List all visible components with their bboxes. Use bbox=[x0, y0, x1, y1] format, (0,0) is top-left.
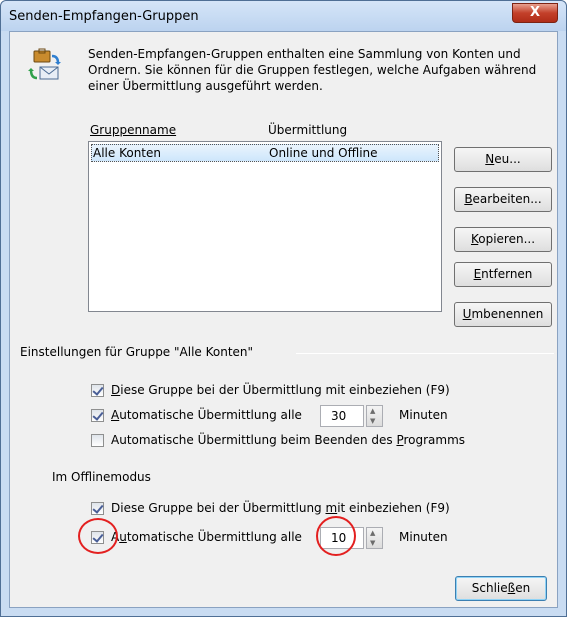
window-title: Senden-Empfangen-Gruppen bbox=[9, 9, 199, 24]
spinner-up-icon[interactable]: ▲ bbox=[370, 529, 375, 537]
offline-minutes-spinner[interactable]: ▲ ▼ bbox=[366, 527, 383, 549]
offline-minutes-unit: Minuten bbox=[399, 530, 448, 544]
offline-include-accesskey: m bbox=[325, 501, 338, 515]
offline-include-text-post: it einbeziehen (F9) bbox=[337, 501, 450, 515]
settings-group-label: Einstellungen für Gruppe "Alle Konten" bbox=[20, 345, 254, 359]
close-button-text-post: en bbox=[515, 581, 531, 595]
description-text: Senden-Empfangen-Gruppen enthalten eine … bbox=[88, 47, 537, 93]
online-auto-text: utomatische Übermittlung alle bbox=[119, 408, 302, 422]
list-row-transfer: Online und Offline bbox=[269, 146, 378, 160]
new-button-accesskey: N bbox=[485, 152, 495, 166]
title-bar[interactable]: Senden-Empfangen-Gruppen X bbox=[1, 1, 566, 31]
edit-button-accesskey: B bbox=[464, 192, 473, 206]
online-minutes-input[interactable]: 30 bbox=[320, 405, 364, 427]
groups-listbox[interactable]: Alle Konten Online und Offline bbox=[88, 141, 442, 312]
remove-button-label: ntfernen bbox=[481, 267, 533, 281]
online-include-text: iese Gruppe bei der Übermittlung mit ein… bbox=[120, 383, 450, 397]
on-exit-checkbox[interactable] bbox=[91, 434, 104, 447]
remove-button[interactable]: Entfernen bbox=[454, 262, 552, 287]
edit-button[interactable]: Bearbeiten... bbox=[454, 187, 552, 212]
online-auto-checkbox[interactable] bbox=[91, 409, 104, 422]
online-auto-accesskey: A bbox=[111, 408, 120, 422]
rename-button-label: mbenennen bbox=[471, 307, 544, 321]
dialog-window: Senden-Empfangen-Gruppen X Senden-Empfan… bbox=[0, 0, 567, 617]
close-button-text-pre: Schlie bbox=[471, 581, 508, 595]
online-minutes-spinner[interactable]: ▲ ▼ bbox=[366, 405, 383, 427]
online-include-accesskey: D bbox=[111, 383, 121, 397]
edit-button-label: earbeiten... bbox=[472, 192, 542, 206]
close-window-button[interactable]: X bbox=[512, 3, 558, 23]
online-include-checkbox[interactable] bbox=[91, 384, 104, 397]
copy-button-label: opieren... bbox=[478, 232, 536, 246]
send-receive-groups-icon bbox=[28, 48, 62, 82]
online-include-label: Diese Gruppe bei der Übermittlung mit ei… bbox=[111, 383, 450, 397]
online-minutes-unit: Minuten bbox=[399, 408, 448, 422]
offline-auto-checkbox[interactable] bbox=[91, 531, 104, 544]
offline-include-label: Diese Gruppe bei der Übermittlung mit ei… bbox=[111, 501, 450, 515]
column-header-group-name-label: Gruppenname bbox=[90, 123, 177, 137]
offline-mode-label: Im Offlinemodus bbox=[52, 470, 151, 484]
list-row-name: Alle Konten bbox=[93, 146, 161, 160]
list-row-all-accounts[interactable]: Alle Konten Online und Offline bbox=[91, 144, 439, 162]
on-exit-text-post: rogramms bbox=[403, 433, 466, 447]
column-header-group-name[interactable]: Gruppenname bbox=[90, 123, 176, 137]
offline-auto-label: Automatische Übermittlung alle bbox=[111, 530, 302, 544]
spinner-down-icon[interactable]: ▼ bbox=[370, 539, 375, 547]
spinner-down-icon[interactable]: ▼ bbox=[370, 417, 375, 425]
offline-auto-text-post: tomatische Übermittlung alle bbox=[126, 530, 302, 544]
settings-group-divider bbox=[296, 353, 554, 354]
on-exit-label: Automatische Übermittlung beim Beenden d… bbox=[111, 433, 465, 447]
on-exit-text-pre: Automatische Übermittlung beim Beenden d… bbox=[111, 433, 397, 447]
offline-include-checkbox[interactable] bbox=[91, 502, 104, 515]
offline-include-text-pre: Diese Gruppe bei der Übermittlung bbox=[111, 501, 326, 515]
offline-minutes-input[interactable]: 10 bbox=[320, 527, 364, 549]
offline-auto-text-pre: A bbox=[111, 530, 120, 544]
spinner-up-icon[interactable]: ▲ bbox=[370, 407, 375, 415]
column-header-transfer[interactable]: Übermittlung bbox=[268, 123, 347, 137]
close-button[interactable]: Schließen bbox=[455, 576, 547, 601]
copy-button[interactable]: Kopieren... bbox=[454, 227, 552, 252]
new-button-label: eu... bbox=[494, 152, 521, 166]
rename-button[interactable]: Umbenennen bbox=[454, 302, 552, 327]
offline-auto-accesskey: u bbox=[119, 530, 127, 544]
dialog-body: Senden-Empfangen-Gruppen enthalten eine … bbox=[9, 31, 558, 608]
new-button[interactable]: Neu... bbox=[454, 147, 552, 172]
online-auto-label: Automatische Übermittlung alle bbox=[111, 408, 302, 422]
